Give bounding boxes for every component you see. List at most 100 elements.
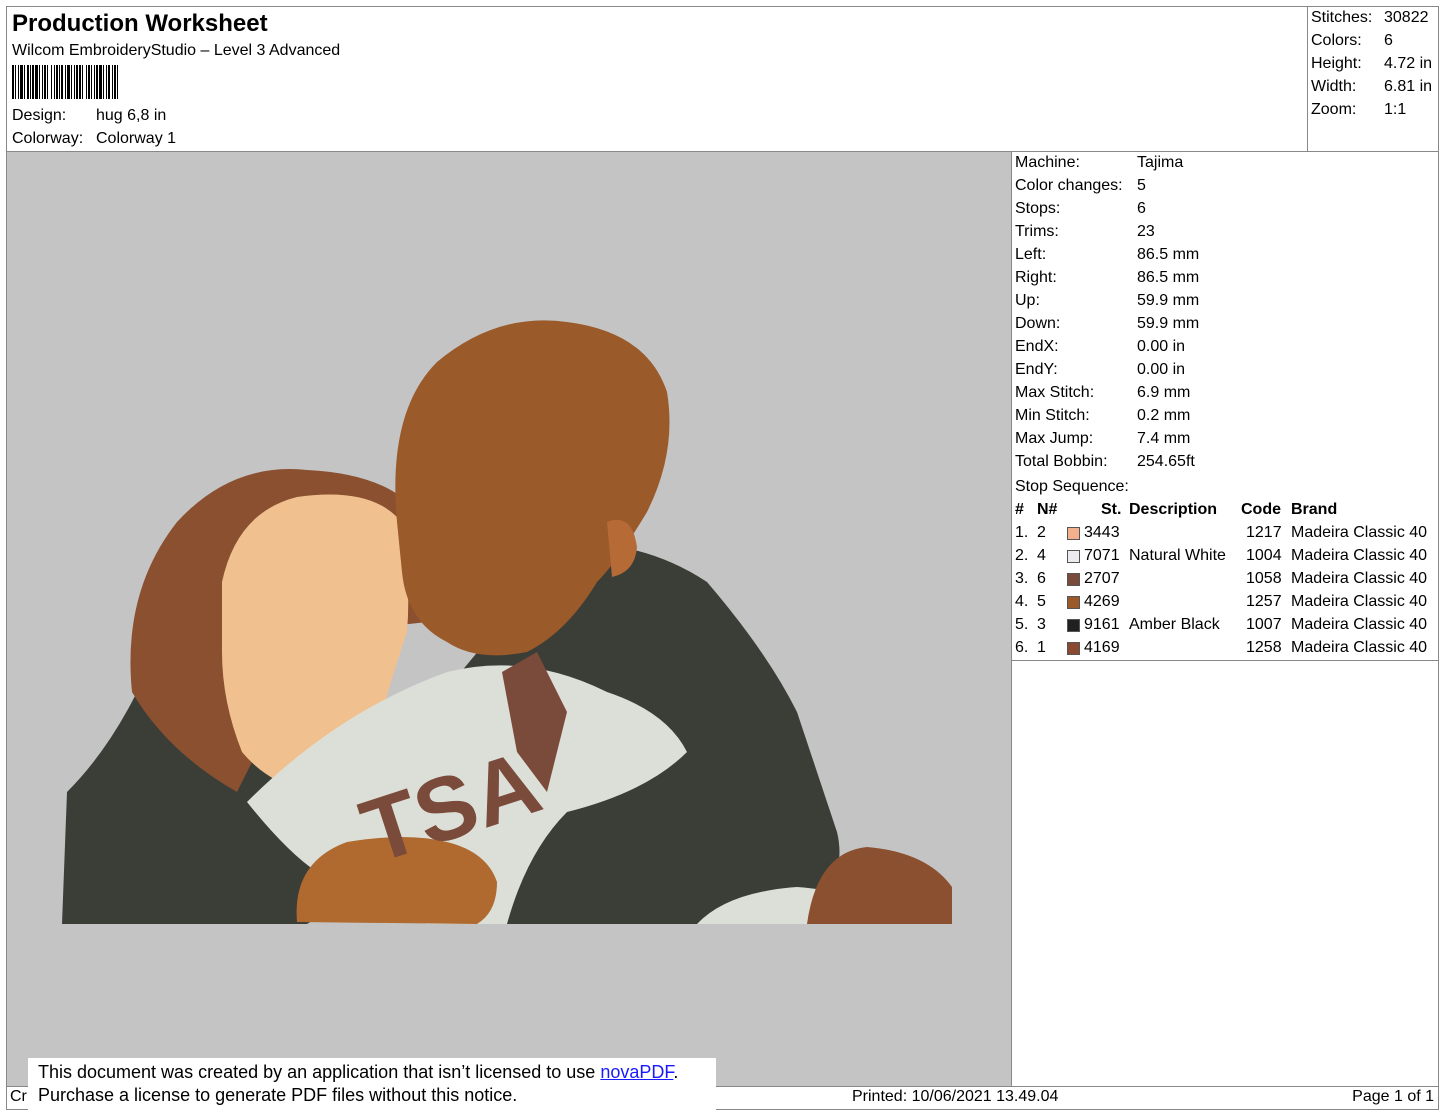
- stop-sequence-row: 5. 3 9161 Amber Black 1007 Madeira Classic 40: [1015, 616, 1439, 639]
- stats-value: 6: [1384, 32, 1393, 49]
- row-num: 5.: [1015, 616, 1029, 633]
- divider: [1012, 660, 1438, 661]
- col-n: N#: [1037, 501, 1058, 518]
- design-row: Design: hug 6,8 in: [12, 107, 166, 125]
- row-num: 4.: [1015, 593, 1029, 610]
- stop-sequence-row: 6. 1 4169 1258 Madeira Classic 40: [1015, 639, 1439, 662]
- page-number: Page 1 of 1: [1352, 1088, 1434, 1105]
- info-label: Trims:: [1015, 223, 1059, 240]
- stats-value: 4.72 in: [1384, 55, 1433, 72]
- row-description: Amber Black: [1129, 616, 1220, 633]
- barcode-bar: [44, 65, 46, 99]
- row-stitches: 9161: [1084, 616, 1120, 633]
- barcode-bar: [47, 65, 48, 99]
- barcode-bar: [18, 65, 19, 99]
- row-brand: Madeira Classic 40: [1291, 639, 1428, 656]
- license-notice: This document was created by an applicat…: [28, 1058, 716, 1112]
- barcode-bar: [86, 65, 87, 99]
- barcode-bar: [12, 65, 14, 99]
- col-num: #: [1015, 501, 1024, 518]
- barcode-bar: [54, 65, 55, 99]
- col-brand: Brand: [1291, 501, 1338, 518]
- notice-text: This document was created by an applicat…: [38, 1062, 601, 1082]
- colorway-label: Colorway:: [12, 130, 84, 147]
- row-brand: Madeira Classic 40: [1291, 570, 1428, 587]
- color-swatch: [1067, 527, 1080, 540]
- stats-label: Width:: [1311, 78, 1357, 95]
- colorway-row: Colorway: Colorway 1: [12, 130, 176, 148]
- row-code: 1004: [1246, 547, 1282, 564]
- machine-info-row: Down: 59.9 mm: [1015, 315, 1199, 333]
- footer-left-text: Cr: [10, 1088, 27, 1105]
- barcode-bar: [59, 65, 60, 99]
- barcode-bar: [20, 65, 23, 99]
- barcode-bar: [94, 65, 95, 99]
- stop-sequence-header: # N# St. Description Code Brand: [1015, 501, 1439, 524]
- barcode-bar: [82, 65, 83, 99]
- info-label: EndY:: [1015, 361, 1058, 378]
- row-code: 1257: [1246, 593, 1282, 610]
- info-value: 86.5 mm: [1137, 246, 1200, 263]
- machine-info-row: EndY: 0.00 in: [1015, 361, 1185, 379]
- barcode-bar: [71, 65, 72, 99]
- row-n: 1: [1037, 639, 1046, 656]
- barcode-bar: [106, 65, 107, 99]
- barcode: [12, 65, 118, 99]
- row-stitches: 7071: [1084, 547, 1120, 564]
- color-swatch: [1067, 573, 1080, 586]
- novapdf-link[interactable]: novaPDF: [600, 1062, 673, 1082]
- info-label: Down:: [1015, 315, 1061, 332]
- machine-info-row: Min Stitch: 0.2 mm: [1015, 407, 1190, 425]
- row-num: 1.: [1015, 524, 1029, 541]
- row-brand: Madeira Classic 40: [1291, 593, 1428, 610]
- notice-line-2: Purchase a license to generate PDF files…: [38, 1085, 518, 1105]
- info-value: 7.4 mm: [1137, 430, 1191, 447]
- barcode-bar: [112, 65, 113, 99]
- row-description: Natural White: [1129, 547, 1226, 564]
- row-code: 1058: [1246, 570, 1282, 587]
- stats-row: Colors: 6: [1311, 32, 1393, 50]
- barcode-bar: [103, 65, 104, 99]
- barcode-bar: [96, 65, 98, 99]
- barcode-bar: [61, 65, 63, 99]
- stop-sequence-label: Stop Sequence:: [1015, 478, 1129, 495]
- color-swatch: [1067, 619, 1080, 632]
- stats-row: Width: 6.81 in: [1311, 78, 1432, 96]
- info-label: Min Stitch:: [1015, 407, 1090, 424]
- row-stitches: 2707: [1084, 570, 1120, 587]
- software-name: Wilcom EmbroideryStudio – Level 3 Advanc…: [12, 42, 341, 59]
- barcode-bar: [65, 65, 66, 99]
- info-value: 59.9 mm: [1137, 292, 1200, 309]
- barcode-bar: [117, 65, 118, 99]
- info-label: Max Stitch:: [1015, 384, 1095, 401]
- info-value: 0.00 in: [1137, 338, 1186, 355]
- row-code: 1217: [1246, 524, 1282, 541]
- stats-label: Stitches:: [1311, 9, 1373, 26]
- machine-info-row: Right: 86.5 mm: [1015, 269, 1199, 287]
- info-label: Machine:: [1015, 154, 1080, 171]
- row-num: 2.: [1015, 547, 1029, 564]
- embroidery-design-image: TSA: [62, 320, 952, 924]
- row-n: 3: [1037, 616, 1046, 633]
- colorway-value: Colorway 1: [96, 130, 177, 147]
- barcode-bar: [27, 65, 29, 99]
- barcode-bar: [39, 65, 40, 99]
- info-label: Color changes:: [1015, 177, 1123, 194]
- col-description: Description: [1129, 501, 1218, 518]
- info-value: 254.65ft: [1137, 453, 1195, 470]
- info-label: Max Jump:: [1015, 430, 1094, 447]
- row-brand: Madeira Classic 40: [1291, 524, 1428, 541]
- info-label: Left:: [1015, 246, 1047, 263]
- barcode-bar: [114, 65, 116, 99]
- row-code: 1258: [1246, 639, 1282, 656]
- barcode-bar: [91, 65, 92, 99]
- info-value: 0.00 in: [1137, 361, 1186, 378]
- color-swatch: [1067, 550, 1080, 563]
- row-n: 4: [1037, 547, 1046, 564]
- stats-value: 30822: [1384, 9, 1429, 26]
- stop-sequence-row: 4. 5 4269 1257 Madeira Classic 40: [1015, 593, 1439, 616]
- info-value: 6.9 mm: [1137, 384, 1191, 401]
- notice-period: .: [673, 1062, 679, 1082]
- barcode-bar: [76, 65, 78, 99]
- row-n: 2: [1037, 524, 1046, 541]
